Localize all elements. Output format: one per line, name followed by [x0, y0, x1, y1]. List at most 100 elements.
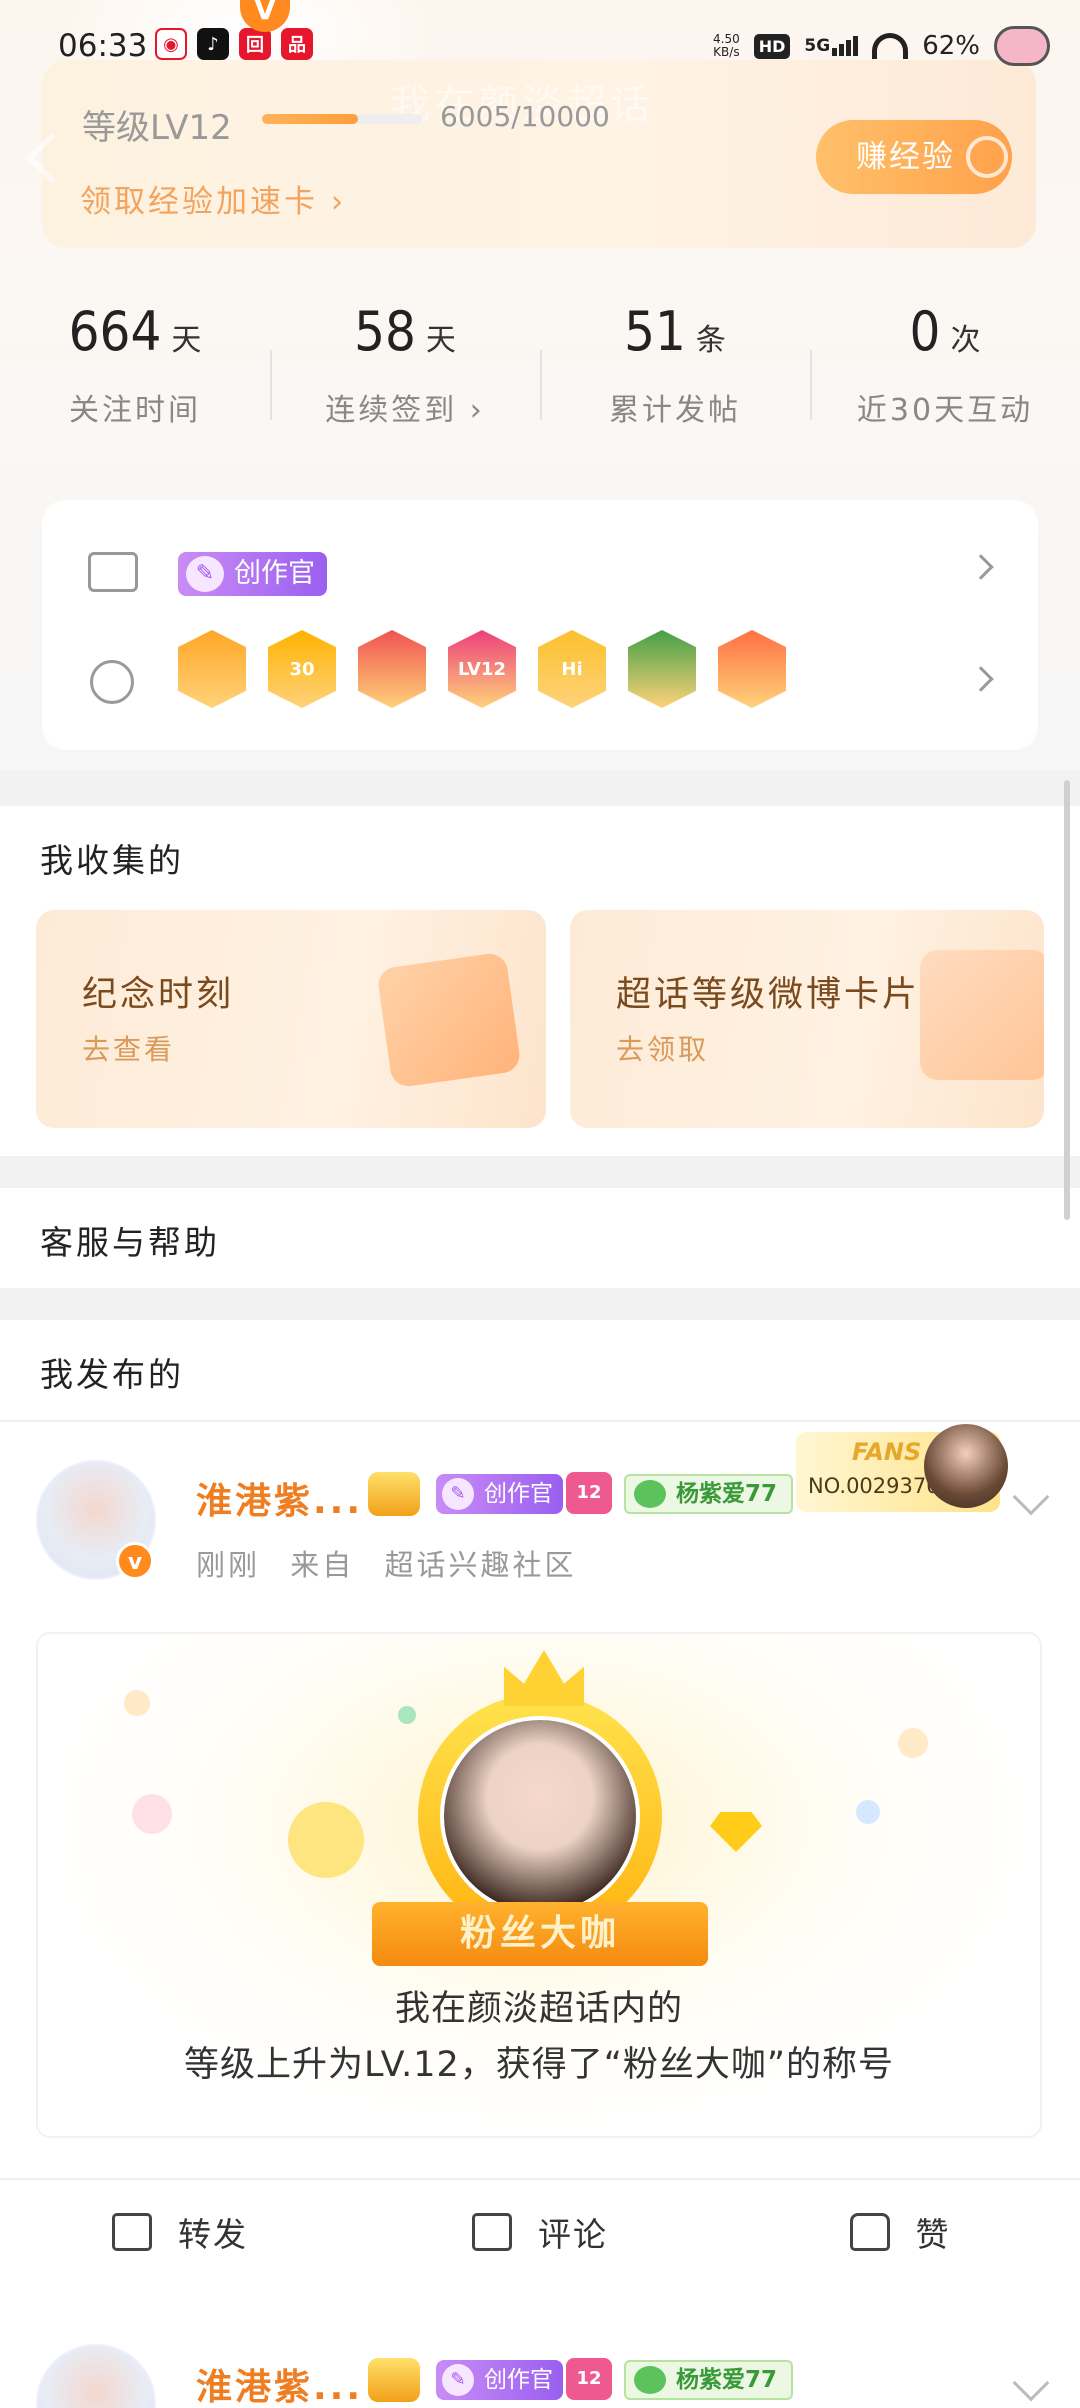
cloud-icon — [634, 1480, 666, 1508]
card-sub: 去查看 — [82, 1033, 176, 1066]
stat-value: 58 — [354, 300, 416, 363]
battery-level: 62% — [922, 31, 980, 61]
post-meta: 刚刚 来自 超话兴趣社区 — [196, 1542, 594, 1584]
chevron-down-icon[interactable] — [1012, 2364, 1050, 2402]
stat-checkin-days[interactable]: 58 天 连续签到 › — [270, 300, 540, 450]
level-label: 等级LV12 — [82, 108, 232, 148]
title-ribbon: 粉丝大咖 — [372, 1902, 708, 1966]
fans-portrait — [924, 1424, 1008, 1508]
stat-value: 664 — [68, 300, 162, 363]
creator-icon: ✎ — [186, 556, 224, 592]
post-source-prefix: 来自 — [290, 1548, 355, 1582]
like-button[interactable]: 赞 — [720, 2180, 1080, 2284]
badges-card: ✎ 创作官 30 LV12 Hi — [42, 500, 1038, 750]
stat-unit: 天 — [171, 323, 202, 358]
cloud-icon — [634, 2366, 666, 2394]
chevron-right-icon — [968, 554, 994, 580]
like-label: 赞 — [915, 2215, 951, 2254]
status-app-icons: ◉ ♪ 回 品 — [155, 28, 313, 60]
stat-total-posts: 51 条 累计发帖 — [540, 300, 810, 450]
decor-dot — [132, 1794, 172, 1834]
thumbs-up-icon — [849, 2213, 890, 2251]
creator-tag: ✎ 创作官 — [178, 552, 327, 596]
profile-hero: 我在颜淡超话 等级LV12 6005/10000 领取经验加速卡 › 赚经验 0… — [0, 0, 1080, 770]
section-title: 我收集的 — [40, 841, 184, 880]
level-up-card[interactable]: 粉丝大咖 我在颜淡超话内的 等级上升为LV.12，获得了“粉丝大咖”的称号 — [36, 1632, 1042, 2138]
section-title: 我发布的 — [40, 1355, 184, 1394]
levelup-line-1: 我在颜淡超话内的 — [394, 1989, 683, 2029]
creator-tag-small: ✎ 创作官 — [436, 1474, 563, 1514]
crown-badge-icon — [368, 1472, 420, 1516]
stat-label: 关注时间 — [69, 393, 201, 428]
help-section[interactable]: 客服与帮助 — [0, 1188, 1080, 1288]
creator-tag-small: ✎ 创作官 — [436, 2360, 563, 2400]
levelup-line-2: 等级上升为LV.12，获得了“粉丝大咖”的称号 — [183, 2045, 894, 2085]
post-header: 淮港紫... ✎ 创作官 12 杨紫爱77 — [0, 2308, 1080, 2408]
level-gem-icon: 12 — [566, 1472, 612, 1514]
creator-label: 创作官 — [484, 1481, 553, 1507]
person-decor-icon — [124, 1690, 150, 1716]
comment-label: 评论 — [538, 2215, 608, 2254]
crown-badge-icon — [368, 2358, 420, 2402]
fan-club-tag[interactable]: 杨紫爱77 — [624, 2360, 794, 2400]
post-action-bar: 转发 评论 赞 — [0, 2178, 1080, 2284]
fan-tag-label: 杨紫爱77 — [676, 1481, 778, 1507]
identity-row[interactable]: ✎ 创作官 — [42, 522, 1038, 622]
network-speed: 4.50 KB/s — [713, 32, 740, 59]
id-card-icon — [88, 552, 138, 592]
chevron-down-icon[interactable] — [1012, 1478, 1050, 1516]
repost-button[interactable]: 转发 — [0, 2180, 360, 2284]
app-icon-red-1: 回 — [239, 28, 271, 60]
stat-unit: 条 — [695, 323, 726, 358]
fans-number-card: FANS NO.0029370 — [796, 1424, 1008, 1512]
card-sub: 去领取 — [616, 1033, 710, 1066]
fan-club-tag[interactable]: 杨紫爱77 — [624, 1474, 794, 1514]
signal-5g-icon: 5G — [804, 36, 859, 56]
level-card-collect[interactable]: 超话等级微博卡片 去领取 — [570, 910, 1044, 1128]
card-title: 纪念时刻 — [82, 975, 235, 1015]
stat-label: 累计发帖 — [609, 393, 741, 428]
post-time: 刚刚 — [196, 1548, 261, 1582]
gift-box-illustration — [920, 950, 1044, 1080]
comment-button[interactable]: 评论 — [360, 2180, 720, 2284]
creator-icon: ✎ — [442, 2364, 474, 2396]
hd-indicator: HD — [753, 33, 791, 59]
status-right: 4.50 KB/s HD 5G 62% — [713, 26, 1050, 66]
stat-follow-days: 664 天 关注时间 — [0, 300, 270, 450]
level-progress-text: 6005/10000 — [440, 100, 610, 133]
calendar-illustration — [376, 951, 522, 1089]
avatar[interactable] — [36, 2344, 156, 2408]
stat-label: 近30天互动 — [856, 393, 1034, 428]
stats-row: 664 天 关注时间 58 天 连续签到 › 51 条 累计发帖 0次 近30天互动 — [0, 300, 1080, 450]
speedup-card-link[interactable]: 领取经验加速卡 › — [80, 176, 346, 221]
medal-outline-icon — [90, 660, 134, 704]
creator-label: 创作官 — [484, 2367, 553, 2393]
super-topic-profile-page: 我在颜淡超话 等级LV12 6005/10000 领取经验加速卡 › 赚经验 0… — [0, 0, 1080, 2408]
decor-dot — [856, 1800, 880, 1824]
post-header: v 淮港紫... ✎ 创作官 12 杨紫爱77 FANS NO.0029370 … — [0, 1420, 1080, 1620]
memorial-card[interactable]: 纪念时刻 去查看 — [36, 910, 546, 1128]
post-username[interactable]: 淮港紫... — [196, 1472, 363, 1524]
chevron-right-icon — [968, 666, 994, 692]
stat-unit: 天 — [425, 323, 456, 358]
scrollbar[interactable] — [1064, 780, 1070, 1220]
level-gem-icon: 12 — [566, 2358, 612, 2400]
diamond-badge-icon — [288, 1802, 364, 1878]
comment-icon — [472, 2213, 512, 2251]
stat-value: 0 — [909, 300, 941, 363]
verified-v-icon: v — [116, 1542, 154, 1580]
settings-gear-icon[interactable] — [966, 136, 1008, 178]
post-username[interactable]: 淮港紫... — [196, 2358, 363, 2408]
stat-label: 连续签到 › — [325, 393, 485, 428]
section-title: 客服与帮助 — [40, 1223, 220, 1262]
decor-dot — [398, 1706, 416, 1724]
portrait-photo — [440, 1716, 640, 1916]
card-title: 超话等级微博卡片 — [616, 975, 921, 1015]
creator-label: 创作官 — [234, 558, 315, 589]
pig-battery-icon — [994, 26, 1050, 66]
post-source[interactable]: 超话兴趣社区 — [384, 1548, 576, 1582]
share-arrow-icon — [112, 2213, 152, 2251]
person-decor-icon — [898, 1728, 928, 1758]
fans-label: FANS — [852, 1438, 922, 1466]
tiktok-app-icon: ♪ — [197, 28, 229, 60]
